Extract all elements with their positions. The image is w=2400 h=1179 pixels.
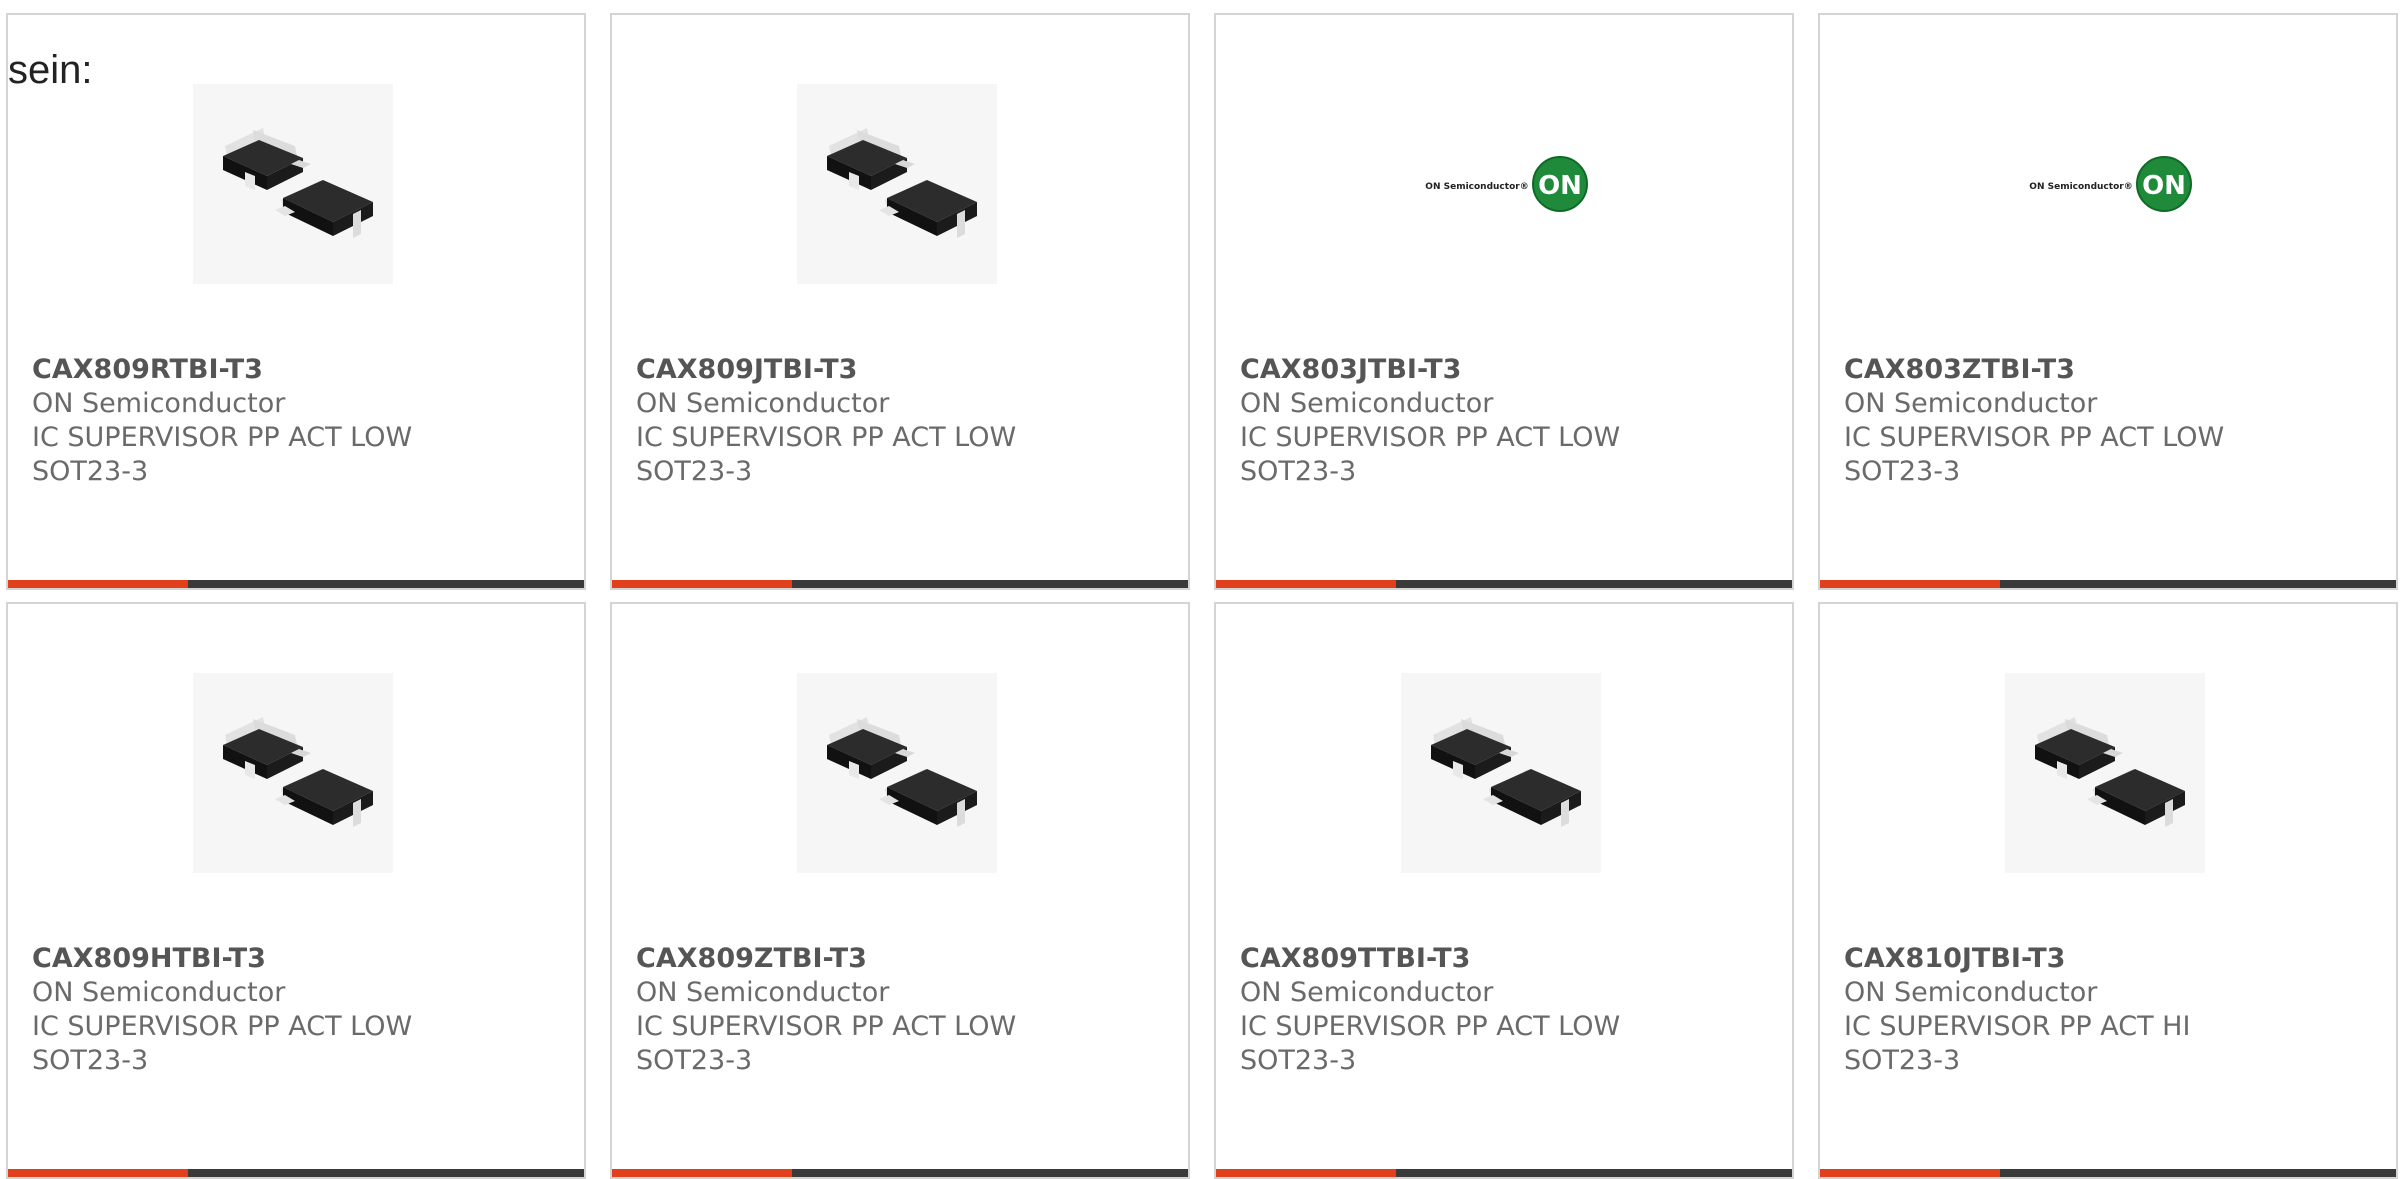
- card-footer-bar: [8, 1169, 584, 1177]
- part-number[interactable]: CAX809ZTBI-T3: [636, 942, 1156, 976]
- product-card[interactable]: CAX809HTBI-T3 ON Semiconductor IC SUPERV…: [6, 602, 586, 1179]
- manufacturer: ON Semiconductor: [636, 977, 890, 1008]
- card-footer-bar: [1820, 580, 2396, 588]
- product-card[interactable]: CAX810JTBI-T3 ON Semiconductor IC SUPERV…: [1818, 602, 2398, 1179]
- product-card[interactable]: CAX809TTBI-T3 ON Semiconductor IC SUPERV…: [1214, 602, 1794, 1179]
- sot23-chip-icon: [827, 128, 977, 238]
- sot23-chip-icon: [2035, 717, 2185, 827]
- product-grid: CAX809RTBI-T3 ON Semiconductor IC SUPERV…: [6, 13, 2398, 1179]
- part-number[interactable]: CAX810JTBI-T3: [1844, 942, 2364, 976]
- description-line1: IC SUPERVISOR PP ACT LOW: [636, 422, 1017, 453]
- description-line2: SOT23-3: [636, 456, 753, 487]
- card-footer-bar: [1216, 580, 1792, 588]
- logo-wordmark: ON Semiconductor®: [2029, 182, 2132, 192]
- card-accent-stripe: [612, 580, 792, 588]
- part-number[interactable]: CAX803JTBI-T3: [1240, 353, 1760, 387]
- part-number[interactable]: CAX809TTBI-T3: [1240, 942, 1760, 976]
- card-footer-bar: [8, 580, 584, 588]
- card-accent-stripe: [1820, 1169, 2000, 1177]
- card-footer-bar: [1820, 1169, 2396, 1177]
- manufacturer: ON Semiconductor: [32, 388, 286, 419]
- card-accent-stripe: [8, 1169, 188, 1177]
- sot23-chip-icon: [223, 128, 373, 238]
- product-image[interactable]: [797, 84, 997, 284]
- description-line2: SOT23-3: [1240, 1045, 1357, 1076]
- card-accent-stripe: [1820, 580, 2000, 588]
- manufacturer: ON Semiconductor: [1240, 977, 1494, 1008]
- manufacturer: ON Semiconductor: [1240, 388, 1494, 419]
- product-info: CAX809ZTBI-T3 ON Semiconductor IC SUPERV…: [636, 942, 1156, 1078]
- product-info: CAX809TTBI-T3 ON Semiconductor IC SUPERV…: [1240, 942, 1760, 1078]
- product-image[interactable]: [193, 673, 393, 873]
- product-card[interactable]: CAX809ZTBI-T3 ON Semiconductor IC SUPERV…: [610, 602, 1190, 1179]
- logo-badge: ON: [1538, 171, 1582, 201]
- description-line1: IC SUPERVISOR PP ACT LOW: [32, 422, 413, 453]
- card-footer-bar: [612, 1169, 1188, 1177]
- product-image[interactable]: [1401, 673, 1601, 873]
- card-accent-stripe: [1216, 580, 1396, 588]
- product-info: CAX809JTBI-T3 ON Semiconductor IC SUPERV…: [636, 353, 1156, 489]
- product-image[interactable]: [193, 84, 393, 284]
- description-line1: IC SUPERVISOR PP ACT LOW: [1844, 422, 2225, 453]
- part-number[interactable]: CAX809JTBI-T3: [636, 353, 1156, 387]
- product-image[interactable]: ON Semiconductor® ON: [2005, 84, 2205, 284]
- manufacturer: ON Semiconductor: [32, 977, 286, 1008]
- card-footer-bar: [612, 580, 1188, 588]
- logo-wordmark: ON Semiconductor®: [1425, 182, 1528, 192]
- card-accent-stripe: [1216, 1169, 1396, 1177]
- description-line1: IC SUPERVISOR PP ACT LOW: [636, 1011, 1017, 1042]
- on-semiconductor-logo-icon: ON Semiconductor® ON: [1425, 156, 1588, 212]
- description-line2: SOT23-3: [32, 1045, 149, 1076]
- product-card[interactable]: CAX809RTBI-T3 ON Semiconductor IC SUPERV…: [6, 13, 586, 590]
- product-image[interactable]: [797, 673, 997, 873]
- description-line2: SOT23-3: [636, 1045, 753, 1076]
- card-accent-stripe: [8, 580, 188, 588]
- logo-badge: ON: [2142, 171, 2186, 201]
- description-line2: SOT23-3: [32, 456, 149, 487]
- description-line2: SOT23-3: [1844, 456, 1961, 487]
- intro-text: sein:: [8, 48, 93, 92]
- description-line1: IC SUPERVISOR PP ACT LOW: [1240, 1011, 1621, 1042]
- description-line1: IC SUPERVISOR PP ACT LOW: [1240, 422, 1621, 453]
- product-image[interactable]: ON Semiconductor® ON: [1401, 84, 1601, 284]
- card-footer-bar: [1216, 1169, 1792, 1177]
- description-line1: IC SUPERVISOR PP ACT LOW: [32, 1011, 413, 1042]
- on-semiconductor-logo-icon: ON Semiconductor® ON: [2029, 156, 2192, 212]
- description-line2: SOT23-3: [1844, 1045, 1961, 1076]
- description-line1: IC SUPERVISOR PP ACT HI: [1844, 1011, 2191, 1042]
- product-card[interactable]: ON Semiconductor® ON CAX803JTBI-T3 ON Se…: [1214, 13, 1794, 590]
- product-info: CAX809HTBI-T3 ON Semiconductor IC SUPERV…: [32, 942, 552, 1078]
- sot23-chip-icon: [1431, 717, 1581, 827]
- description-line2: SOT23-3: [1240, 456, 1357, 487]
- manufacturer: ON Semiconductor: [1844, 388, 2098, 419]
- product-info: CAX809RTBI-T3 ON Semiconductor IC SUPERV…: [32, 353, 552, 489]
- sot23-chip-icon: [827, 717, 977, 827]
- part-number[interactable]: CAX809RTBI-T3: [32, 353, 552, 387]
- manufacturer: ON Semiconductor: [636, 388, 890, 419]
- product-card[interactable]: ON Semiconductor® ON CAX803ZTBI-T3 ON Se…: [1818, 13, 2398, 590]
- product-card[interactable]: CAX809JTBI-T3 ON Semiconductor IC SUPERV…: [610, 13, 1190, 590]
- product-info: CAX810JTBI-T3 ON Semiconductor IC SUPERV…: [1844, 942, 2364, 1078]
- manufacturer: ON Semiconductor: [1844, 977, 2098, 1008]
- part-number[interactable]: CAX809HTBI-T3: [32, 942, 552, 976]
- product-info: CAX803JTBI-T3 ON Semiconductor IC SUPERV…: [1240, 353, 1760, 489]
- part-number[interactable]: CAX803ZTBI-T3: [1844, 353, 2364, 387]
- sot23-chip-icon: [223, 717, 373, 827]
- product-image[interactable]: [2005, 673, 2205, 873]
- card-accent-stripe: [612, 1169, 792, 1177]
- product-info: CAX803ZTBI-T3 ON Semiconductor IC SUPERV…: [1844, 353, 2364, 489]
